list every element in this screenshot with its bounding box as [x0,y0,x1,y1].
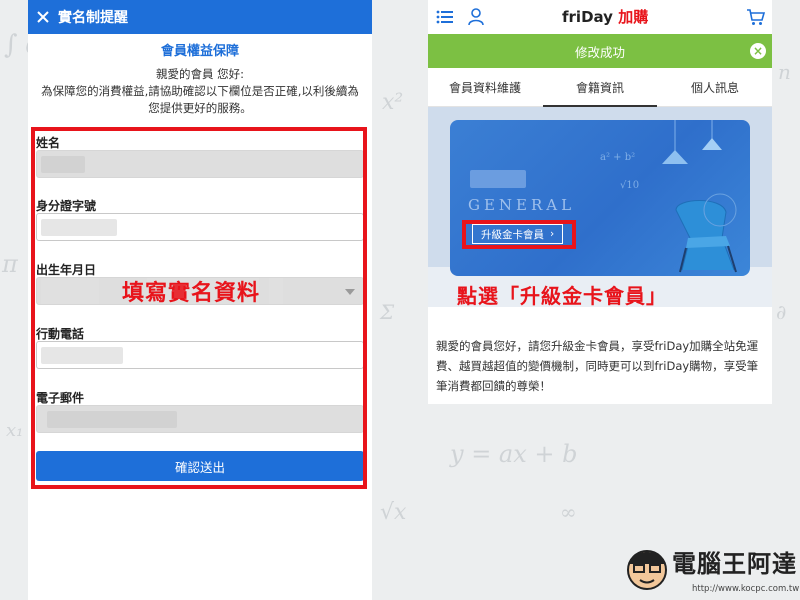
watermark: 電腦王阿達 http://www.kocpc.com.tw [624,536,800,600]
top-bar: friDay 加購 [428,0,772,34]
card-tier: GENERAL [468,196,576,214]
real-name-header: 實名制提醒 [28,0,372,34]
card-holder-blurred [470,170,526,188]
upgrade-highlight-frame [462,220,576,249]
card-area: a² + b² √10 GENERAL 升級金卡會員 › [428,107,772,307]
fill-real-name-annotation: 填寫實名資料 [122,281,261,306]
svg-text:√10: √10 [620,180,639,191]
member-card: a² + b² √10 GENERAL 升級金卡會員 › [450,120,750,276]
notice-body: 為保障您的消費權益,請協助確認以下欄位是否正確,以利後續為您提供更好的服務。 [41,84,359,115]
form-highlight-frame [31,127,367,489]
watermark-name: 電腦王阿達 [672,550,797,578]
notice-text: 親愛的會員 您好: 為保障您的消費權益,請協助確認以下欄位是否正確,以利後續為您… [36,66,364,117]
tab-messages[interactable]: 個人訊息 [658,68,772,106]
svg-text:a² + b²: a² + b² [600,152,635,163]
greeting-text: 親愛的會員 您好: [155,67,245,81]
cart-icon[interactable] [746,8,766,30]
user-icon[interactable] [468,8,484,30]
member-tabs: 會員資料維護 會籍資訊 個人訊息 [428,68,772,107]
mascot-logo [627,550,667,590]
tab-membership[interactable]: 會籍資訊 [543,68,657,107]
upgrade-description: 親愛的會員您好，請您升級金卡會員，享受friDay加購全站免運費、越買越超值的變… [436,339,759,393]
close-icon[interactable] [28,0,58,34]
menu-icon[interactable] [436,9,454,29]
watermark-url: http://www.kocpc.com.tw [692,584,800,594]
tab-member-info[interactable]: 會員資料維護 [428,68,542,106]
logo-suffix: 加購 [618,8,649,26]
success-banner: 修改成功 × [428,34,772,68]
logo-text: friDay [562,8,613,26]
notice-title: 會員權益保障 [160,44,239,59]
friday-logo[interactable]: friDay 加購 [562,6,648,27]
close-icon[interactable]: × [750,43,766,59]
click-upgrade-annotation: 點選「升級金卡會員」 [457,284,667,308]
success-text: 修改成功 [574,44,625,60]
header-title: 實名制提醒 [58,10,128,26]
